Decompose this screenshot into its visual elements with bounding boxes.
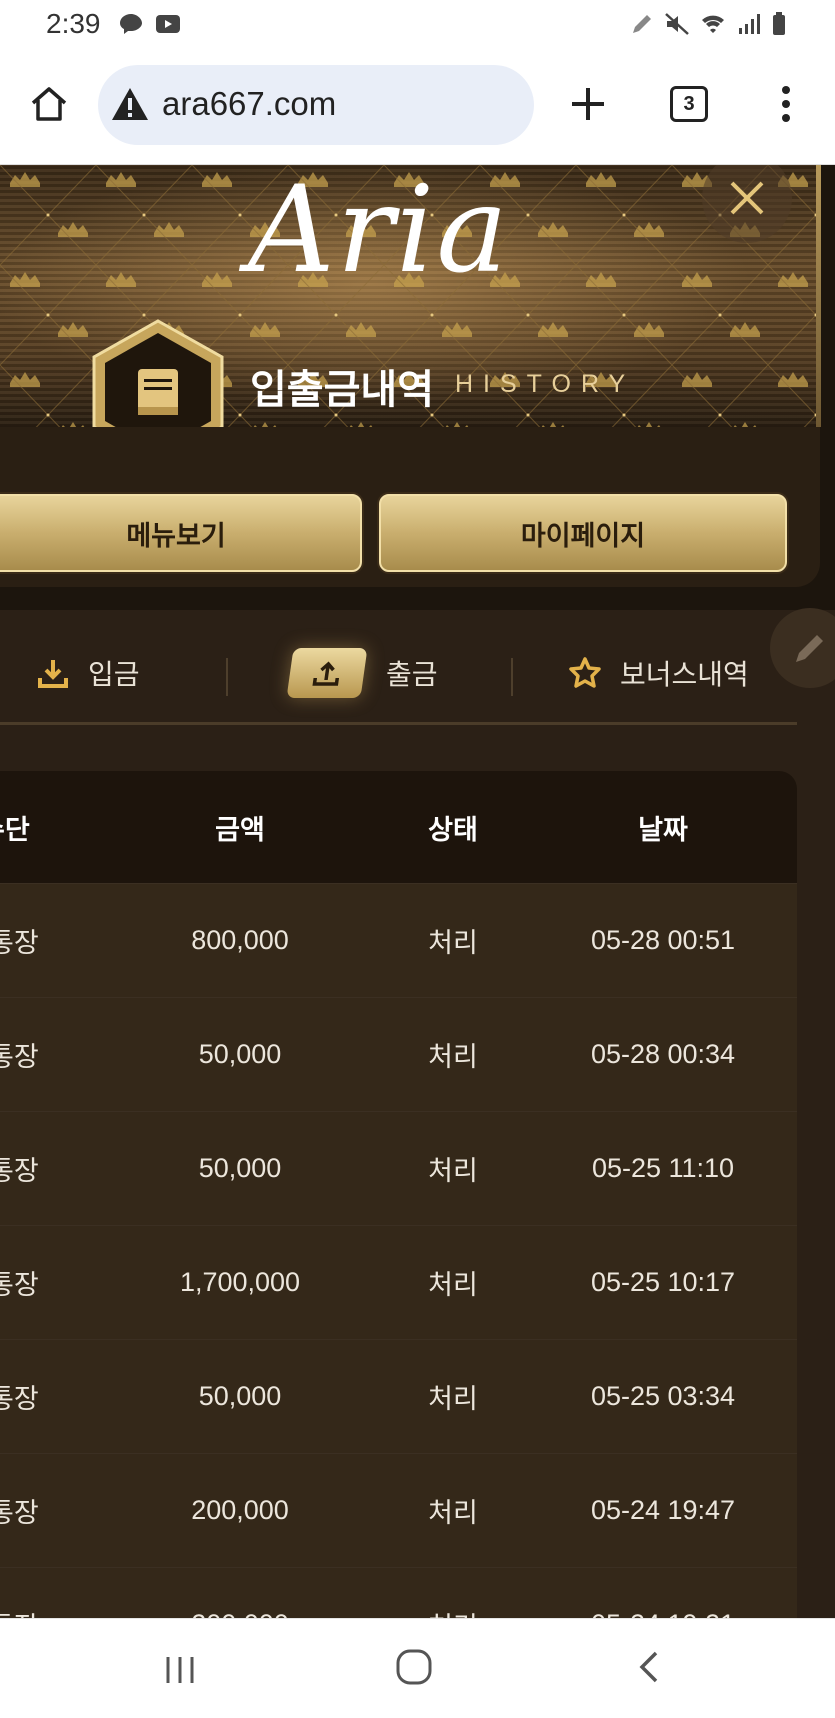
cell-status: 처리: [428, 1156, 478, 1186]
new-tab-button[interactable]: [562, 78, 614, 130]
table-row: -통장 800,000 처리 05-28 00:51: [0, 883, 797, 997]
tab-count: 3: [683, 92, 695, 115]
home-nav-button[interactable]: [394, 1647, 434, 1687]
plus-icon: [572, 88, 604, 120]
table-row: -통장 200,000 처리 05-24 19:47: [0, 1453, 797, 1567]
close-icon: [730, 181, 764, 215]
home-button[interactable]: [23, 78, 75, 130]
cell-amount: 200,000: [191, 1495, 289, 1525]
cell-date: 05-24 19:47: [590, 1495, 736, 1525]
url-text: ara667.com: [162, 85, 337, 122]
home-circle-icon: [396, 1649, 432, 1685]
status-bar: 2:39: [0, 0, 835, 52]
view-menu-button[interactable]: 메뉴보기: [0, 494, 362, 572]
history-banner: Aria 입출금내역 HISTORY: [0, 165, 821, 465]
download-icon: [38, 660, 68, 688]
table-header: 수단 금액 상태 날짜: [0, 771, 797, 883]
tab-divider: [226, 658, 228, 696]
tab-withdraw-label: 출금: [386, 658, 438, 691]
signal-icon: [739, 14, 760, 34]
recents-icon: [166, 1657, 194, 1683]
cell-date: 05-25 10:17: [590, 1267, 736, 1297]
tabs-underline: [0, 722, 797, 725]
cell-status: 처리: [428, 928, 478, 958]
table-row: -통장 50,000 처리 05-25 11:10: [0, 1111, 797, 1225]
youtube-icon: [156, 15, 180, 33]
cell-date: 05-28 00:34: [590, 1039, 736, 1069]
more-icon: [782, 86, 790, 122]
col-header-amount: 금액: [215, 814, 265, 846]
tab-bonus[interactable]: 보너스내역: [568, 628, 749, 718]
tab-deposit-label: 입금: [88, 658, 140, 691]
cell-status: 처리: [428, 1270, 478, 1300]
home-icon: [31, 87, 67, 121]
cell-method: -통장: [0, 1498, 39, 1528]
cell-status: 처리: [428, 1498, 478, 1528]
recents-button[interactable]: [160, 1649, 200, 1689]
cell-amount: 50,000: [198, 1381, 282, 1411]
cell-date: 05-25 03:34: [590, 1381, 736, 1411]
history-table: 수단 금액 상태 날짜 -통장 800,000 처리 05-28 00:51 -…: [0, 771, 797, 1681]
mute-icon: [665, 13, 689, 35]
col-header-status: 상태: [428, 814, 478, 846]
col-header-method: 수단: [0, 814, 30, 846]
tab-bonus-label: 보너스내역: [620, 658, 749, 691]
edit-icon: [633, 15, 651, 33]
tab-deposit[interactable]: 입금: [36, 628, 140, 718]
tabs-button[interactable]: 3: [663, 78, 715, 130]
cell-method: -통장: [0, 1270, 39, 1300]
back-icon: [639, 1651, 658, 1683]
page-title: 입출금내역: [250, 367, 434, 413]
cell-date: 05-25 11:10: [591, 1153, 735, 1183]
star-icon: [569, 657, 601, 688]
url-bar[interactable]: ara667.com: [98, 65, 534, 145]
back-button[interactable]: [630, 1647, 670, 1687]
page-subtitle: HISTORY: [455, 370, 636, 398]
warning-icon: [112, 88, 148, 120]
table-row: -통장 50,000 처리 05-28 00:34: [0, 997, 797, 1111]
wifi-icon: [702, 15, 724, 33]
table-row: -통장 1,700,000 처리 05-25 10:17: [0, 1225, 797, 1339]
cell-amount: 800,000: [191, 925, 289, 955]
tabs-icon: 3: [670, 86, 708, 122]
cell-method: -통장: [0, 1156, 39, 1186]
messenger-icon: [120, 14, 142, 34]
cell-method: -통장: [0, 928, 39, 958]
table-row: -통장 50,000 처리 05-25 03:34: [0, 1339, 797, 1453]
more-button[interactable]: [760, 78, 812, 130]
tab-divider: [511, 658, 513, 696]
cell-date: 05-28 00:51: [590, 925, 736, 955]
cell-status: 처리: [428, 1384, 478, 1414]
cell-amount: 50,000: [198, 1153, 282, 1183]
col-header-date: 날짜: [638, 814, 688, 846]
banner-border: [816, 165, 821, 427]
mypage-button[interactable]: 마이페이지: [379, 494, 787, 572]
aria-logo: Aria: [248, 165, 510, 300]
cell-method: -통장: [0, 1042, 39, 1072]
upload-icon: [286, 648, 368, 698]
battery-icon: [773, 12, 785, 35]
cell-amount: 50,000: [198, 1039, 282, 1069]
tab-withdraw[interactable]: 출금: [286, 628, 438, 718]
status-time: 2:39: [46, 8, 101, 39]
cell-status: 처리: [428, 1042, 478, 1072]
cell-method: -통장: [0, 1384, 39, 1414]
pencil-icon: [796, 635, 823, 662]
browser-toolbar: ara667.com 3: [0, 52, 835, 165]
cell-amount: 1,700,000: [179, 1267, 301, 1297]
android-nav-bar: [0, 1618, 835, 1718]
